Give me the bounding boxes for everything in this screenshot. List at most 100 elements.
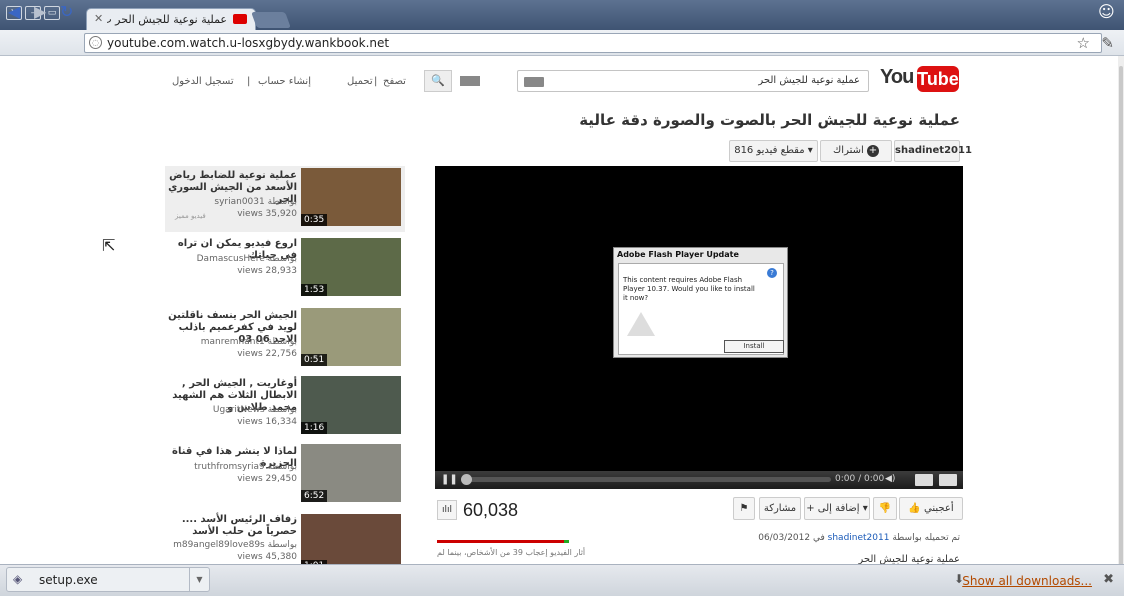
keyboard-icon[interactable] <box>524 77 544 87</box>
related-views: views 28,933 <box>237 266 297 276</box>
progress-track[interactable] <box>465 477 831 482</box>
channel-name[interactable]: shadinet2011 <box>894 140 972 162</box>
like-ratio-green <box>563 540 569 543</box>
volume-icon[interactable]: ◀) <box>885 474 899 486</box>
featured-badge: فيديو مميز <box>175 212 206 220</box>
related-author: بواسطة manremnant1 <box>200 337 297 347</box>
duration-badge: 6:52 <box>301 490 328 502</box>
bookmark-star-icon[interactable]: ☆ <box>1077 34 1090 52</box>
header-separator: | <box>247 76 251 87</box>
tab-title: عملية نوعية للجيش الحر ب... <box>107 13 227 26</box>
like-ratio-bar <box>437 540 569 543</box>
chevron-down-icon[interactable]: ▼ <box>189 568 209 591</box>
sign-in-link[interactable]: تسجيل الدخول <box>172 76 234 87</box>
upload-link[interactable]: تحميل <box>347 76 373 87</box>
uploaded-prefix: تم تحميله بواسطة <box>892 533 960 543</box>
fullscreen-icon[interactable] <box>939 474 957 486</box>
page-scrollbar[interactable] <box>1118 56 1124 566</box>
related-author: بواسطة truthfromsyria9 <box>194 462 297 472</box>
duration-badge: 0:35 <box>301 214 328 226</box>
progress-knob[interactable] <box>461 474 472 485</box>
video-thumbnail[interactable]: 6:52 <box>301 444 401 502</box>
reload-icon[interactable]: ↻ <box>60 4 73 20</box>
download-filename: setup.exe <box>39 573 98 587</box>
install-button[interactable]: Install <box>724 340 784 353</box>
related-video[interactable]: 6:52 لماذا لا ينشر هذا في قناة الجزيرة ب… <box>165 442 405 508</box>
mouse-cursor-icon: ⇱ <box>102 236 116 255</box>
help-icon[interactable]: ? <box>767 268 777 278</box>
download-item[interactable]: ◈ setup.exe ▼ <box>6 567 210 592</box>
url-text: youtube.com.watch.u-losxgbydy.wankbook.n… <box>107 36 390 50</box>
related-video[interactable]: 0:51 الجيش الحر ينسف ناقلتين لويد في كفر… <box>165 306 405 372</box>
dialog-title: Adobe Flash Player Update <box>617 250 739 259</box>
related-views: views 22,756 <box>237 349 297 359</box>
logo-you: You <box>880 66 914 88</box>
header-separator: | <box>374 76 378 87</box>
show-all-downloads-link[interactable]: Show all downloads... <box>962 574 1092 588</box>
related-video[interactable]: 0:35 عملية نوعية للضابط رياض الأسعد من ا… <box>165 166 405 232</box>
like-button[interactable]: 👍 أعجبني <box>899 497 963 520</box>
channel-bar: shadinet2011 اشتراك + 816 مقطع فيديو ▾ <box>729 140 972 162</box>
browser-tab[interactable]: ✕ عملية نوعية للجيش الحر ب... <box>86 8 256 30</box>
create-account-link[interactable]: إنشاء حساب <box>258 76 311 87</box>
thumbs-up-icon: 👍 <box>908 503 925 514</box>
dialog-message: This content requires Adobe Flash Player… <box>623 276 755 302</box>
plus-icon: + <box>866 145 879 157</box>
related-views: views 45,380 <box>237 552 297 562</box>
related-title[interactable]: زفاف الرئيس الأسد .... حصرياً من حلب الأ… <box>167 514 297 538</box>
file-icon: ◈ <box>13 572 23 586</box>
keyboard-icon[interactable] <box>460 76 480 86</box>
related-video[interactable]: 1:53 اروع فيديو يمكن ان تراه فى حياتك بو… <box>165 234 405 300</box>
address-bar[interactable]: ◌ youtube.com.watch.u-losxgbydy.wankbook… <box>84 33 1102 53</box>
window-maximize-button[interactable]: ▭ <box>44 6 60 20</box>
wrench-menu-icon[interactable]: ✎ <box>1101 34 1114 52</box>
related-views: views 29,450 <box>237 474 297 484</box>
like-label: أعجبني <box>924 503 954 514</box>
uploader-link[interactable]: shadinet2011 <box>828 533 890 543</box>
related-author: بواسطة m89angel89love89s <box>173 540 297 550</box>
video-count-button[interactable]: 816 مقطع فيديو ▾ <box>729 140 818 162</box>
related-author: بواسطة syrian0031 <box>214 197 297 207</box>
back-arrow-icon[interactable]: ◀ <box>8 4 20 20</box>
forward-arrow-icon[interactable]: ▶ <box>34 4 46 20</box>
share-button[interactable]: مشاركة <box>759 497 801 520</box>
youtube-favicon-icon <box>233 14 247 24</box>
flash-update-dialog: Adobe Flash Player Update ? This content… <box>613 247 788 358</box>
flag-button[interactable]: ⚑ <box>733 497 755 520</box>
related-video[interactable]: 1:16 أوغاريت , الجيش الحر , الابطال الثل… <box>165 374 405 440</box>
duration-badge: 1:16 <box>301 422 328 434</box>
search-icon: 🔍 <box>431 74 445 87</box>
video-thumbnail[interactable]: 1:53 <box>301 238 401 296</box>
quality-icon[interactable] <box>915 474 933 486</box>
logo-tube: Tube <box>917 66 959 92</box>
search-input[interactable]: عملية نوعية للجيش الحر <box>517 70 869 92</box>
close-icon[interactable]: ✖ <box>1103 572 1114 587</box>
video-thumbnail[interactable]: 1:16 <box>301 376 401 434</box>
time-display: 0:00 / 0:00 <box>835 474 885 484</box>
search-value: عملية نوعية للجيش الحر <box>758 75 860 86</box>
uploaded-date: في 06/03/2012 <box>758 533 825 543</box>
warning-icon <box>627 312 655 336</box>
video-title: عملية نوعية للجيش الحر بالصوت والصورة دق… <box>579 111 960 129</box>
upload-info: تم تحميله بواسطة shadinet2011 في 06/03/2… <box>758 533 960 543</box>
dislike-button[interactable]: 👎 <box>873 497 897 520</box>
browse-link[interactable]: تصفح <box>383 76 406 87</box>
add-to-button[interactable]: + إضافة إلى ▾ <box>804 497 870 520</box>
view-count: 60,038 <box>463 500 519 520</box>
video-thumbnail[interactable]: 0:35 <box>301 168 401 226</box>
stats-icon[interactable]: ılıl <box>437 500 457 520</box>
duration-badge: 1:53 <box>301 284 328 296</box>
player-controls: ❚❚ 0:00 / 0:00 ◀) <box>435 471 963 489</box>
like-stats: أثار الفيديو إعجاب 39 من الأشخاص، بينما … <box>437 548 586 557</box>
duration-badge: 0:51 <box>301 354 328 366</box>
new-tab-button[interactable] <box>251 12 291 28</box>
tab-close-icon[interactable]: ✕ <box>94 12 103 25</box>
video-thumbnail[interactable]: 0:51 <box>301 308 401 366</box>
search-button[interactable]: 🔍 <box>424 70 452 92</box>
subscribe-button[interactable]: اشتراك + <box>820 140 892 162</box>
related-author: بواسطة UgaritNews <box>212 405 297 415</box>
globe-icon: ◌ <box>89 36 102 49</box>
related-views: views 16,334 <box>237 417 297 427</box>
related-author: بواسطة DamascusHere <box>196 254 297 264</box>
pause-icon[interactable]: ❚❚ <box>441 474 458 485</box>
